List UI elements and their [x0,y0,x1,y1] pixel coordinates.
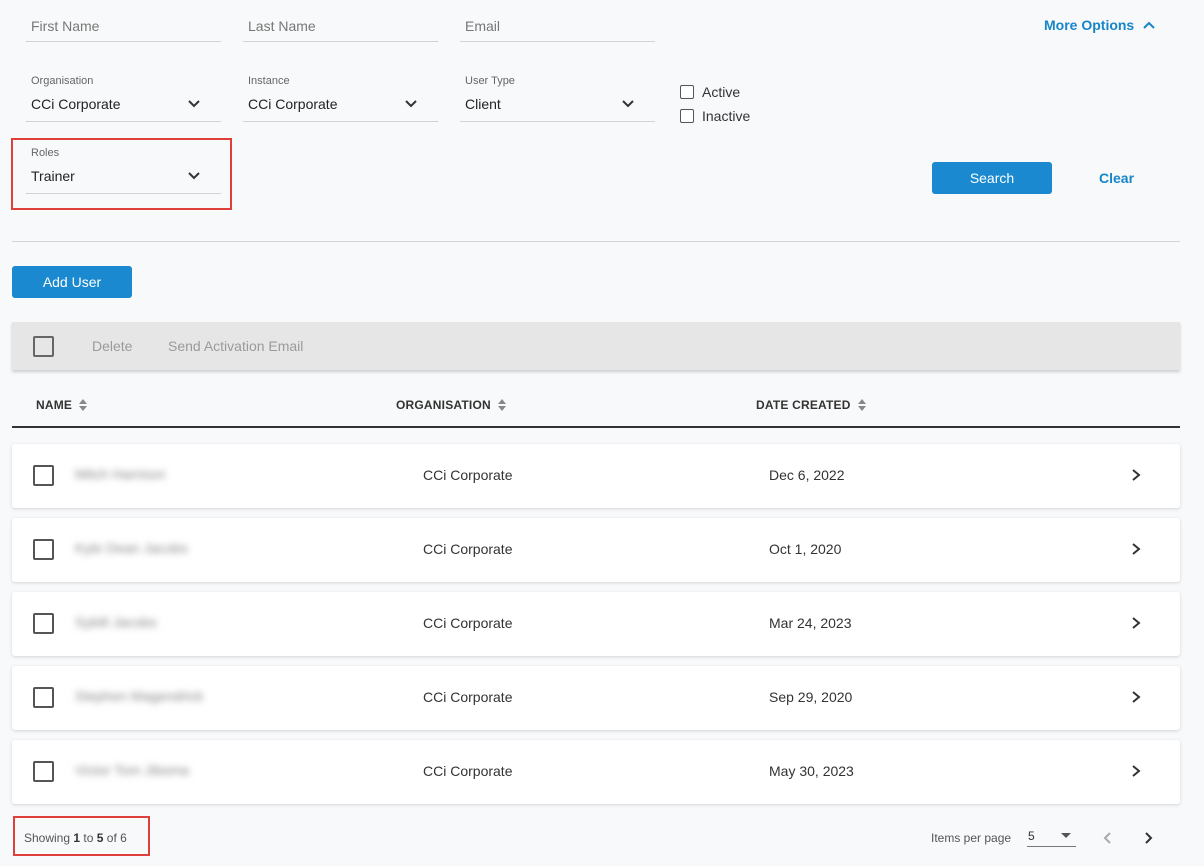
last-name-placeholder: Last Name [248,18,316,34]
row-checkbox[interactable] [33,613,54,634]
email-input[interactable]: Email [460,10,655,42]
row-date-created: Oct 1, 2020 [769,541,842,557]
table-row[interactable]: Victor Tom Jibsma CCi Corporate May 30, … [12,740,1180,804]
row-checkbox[interactable] [33,761,54,782]
roles-highlight-box [11,138,232,210]
row-name: Sybill Jacobs [75,614,157,630]
column-header-date-created-label: DATE CREATED [756,398,851,412]
sort-icon [497,399,506,411]
showing-from: 1 [73,831,81,845]
sort-icon [857,399,866,411]
row-date-created: Mar 24, 2023 [769,615,852,631]
table-row[interactable]: Kyle Dean Jacobs CCi Corporate Oct 1, 20… [12,518,1180,582]
row-organisation: CCi Corporate [423,615,513,631]
active-label: Active [702,84,741,100]
row-organisation: CCi Corporate [423,467,513,483]
row-organisation: CCi Corporate [423,763,513,779]
row-organisation: CCi Corporate [423,689,513,705]
column-header-organisation[interactable]: ORGANISATION [396,398,507,412]
chevron-right-icon[interactable] [1130,616,1142,630]
column-header-name[interactable]: NAME [36,398,88,412]
row-date-created: May 30, 2023 [769,763,854,779]
showing-prefix: Showing [24,831,71,845]
search-button[interactable]: Search [932,162,1052,194]
more-options-label: More Options [1044,17,1135,33]
inactive-label: Inactive [702,108,751,124]
showing-count: Showing 1 to 5 of 6 [24,831,127,845]
email-placeholder: Email [465,18,501,34]
chevron-down-icon [405,100,417,108]
select-all-checkbox[interactable] [33,336,54,357]
organisation-value: CCi Corporate [31,96,121,112]
instance-label: Instance [248,75,290,87]
add-user-button[interactable]: Add User [12,266,132,298]
row-organisation: CCi Corporate [423,541,513,557]
last-name-input[interactable]: Last Name [243,10,438,42]
table-header-divider [12,426,1180,428]
items-per-page-select[interactable]: 5 [1027,827,1076,847]
row-checkbox[interactable] [33,687,54,708]
section-divider [12,241,1180,242]
row-date-created: Dec 6, 2022 [769,467,845,483]
user-type-label: User Type [465,75,515,87]
chevron-right-icon[interactable] [1141,830,1155,846]
chevron-right-icon[interactable] [1130,542,1142,556]
row-checkbox[interactable] [33,465,54,486]
user-type-select[interactable]: User Type Client [460,75,655,122]
items-per-page-value: 5 [1028,829,1035,843]
table-row[interactable]: Stephen Magendrick CCi Corporate Sep 29,… [12,666,1180,730]
instance-select[interactable]: Instance CCi Corporate [243,75,438,122]
first-name-input[interactable]: First Name [26,10,221,42]
clear-button[interactable]: Clear [1099,170,1134,186]
row-name: Victor Tom Jibsma [75,762,189,778]
items-per-page-label: Items per page [931,831,1012,845]
dropdown-arrow-icon [1061,833,1071,838]
inactive-checkbox[interactable]: Inactive [680,108,750,124]
chevron-up-icon [1143,21,1155,29]
bulk-action-bar: Delete Send Activation Email [12,322,1180,370]
row-name: Stephen Magendrick [75,688,204,704]
chevron-right-icon[interactable] [1130,690,1142,704]
table-row[interactable]: Sybill Jacobs CCi Corporate Mar 24, 2023 [12,592,1180,656]
more-options-toggle[interactable]: More Options [1044,17,1156,33]
organisation-label: Organisation [31,75,94,87]
user-type-value: Client [465,96,501,112]
inactive-checkbox-box[interactable] [680,109,694,123]
column-header-organisation-label: ORGANISATION [396,398,491,412]
showing-of-word: of [106,831,117,845]
row-name: Kyle Dean Jacobs [75,540,188,556]
chevron-left-icon[interactable] [1101,830,1115,846]
row-checkbox[interactable] [33,539,54,560]
send-activation-email-button[interactable]: Send Activation Email [168,338,303,354]
showing-total: 6 [120,831,127,845]
showing-to: 5 [96,831,104,845]
chevron-right-icon[interactable] [1130,764,1142,778]
delete-button[interactable]: Delete [92,338,132,354]
table-row[interactable]: Mitch Harrison CCi Corporate Dec 6, 2022 [12,444,1180,508]
sort-icon [79,399,88,411]
active-checkbox[interactable]: Active [680,84,740,100]
first-name-placeholder: First Name [31,18,100,34]
row-name: Mitch Harrison [75,466,166,482]
organisation-select[interactable]: Organisation CCi Corporate [26,75,221,122]
instance-value: CCi Corporate [248,96,338,112]
chevron-down-icon [188,100,200,108]
chevron-right-icon[interactable] [1130,468,1142,482]
active-checkbox-box[interactable] [680,85,694,99]
row-date-created: Sep 29, 2020 [769,689,853,705]
chevron-down-icon [622,100,634,108]
showing-to-word: to [83,831,94,845]
column-header-date-created[interactable]: DATE CREATED [756,398,867,412]
column-header-name-label: NAME [36,398,73,412]
